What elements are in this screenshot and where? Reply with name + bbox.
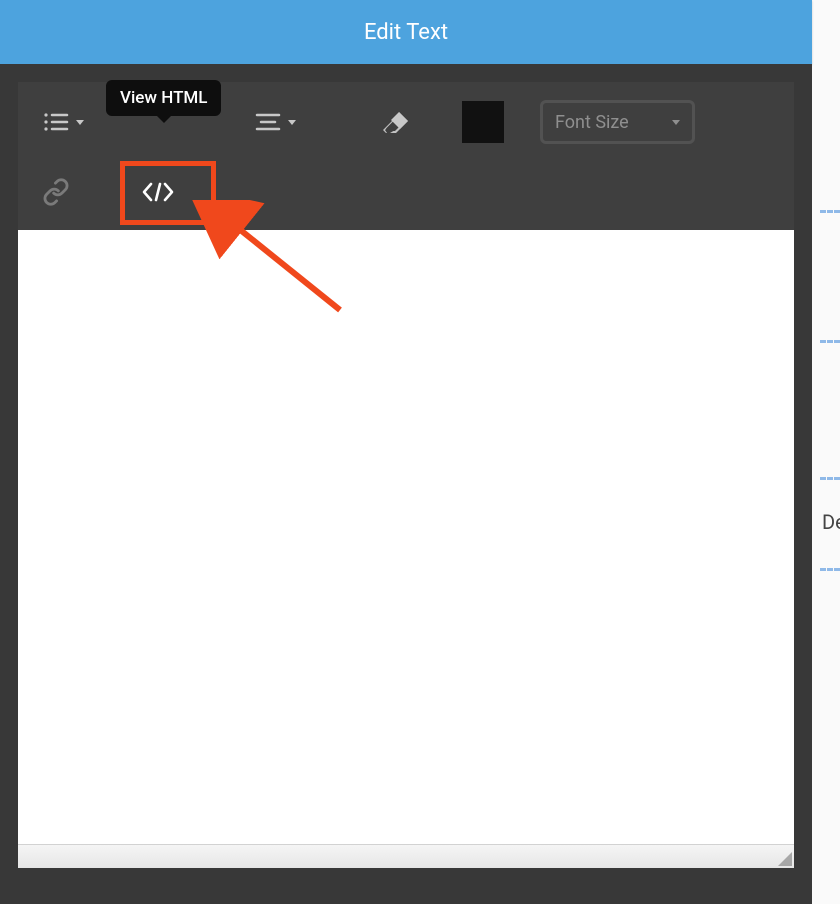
modal-header: Edit Text (0, 0, 812, 64)
eraser-icon (382, 110, 410, 134)
list-icon (43, 111, 69, 133)
insert-link-button[interactable] (28, 164, 84, 220)
text-color-swatch[interactable] (462, 101, 504, 143)
bg-dashed-line (820, 210, 840, 213)
resize-handle[interactable] (778, 852, 792, 866)
view-html-tooltip: View HTML (106, 80, 221, 116)
chevron-down-icon (76, 120, 84, 125)
bg-peek-text: De (822, 510, 840, 534)
code-icon (141, 180, 175, 204)
toolbar-row-2 (28, 160, 784, 224)
bg-dashed-line (820, 477, 840, 480)
font-size-label: Font Size (555, 112, 629, 133)
bg-dashed-line (820, 340, 840, 343)
chevron-down-icon (288, 120, 296, 125)
modal-title: Edit Text (364, 20, 448, 45)
editor-content-area[interactable] (18, 230, 794, 844)
chevron-down-icon (672, 120, 680, 125)
font-size-select[interactable]: Font Size (540, 100, 695, 144)
tooltip-text: View HTML (120, 88, 207, 108)
erase-button[interactable] (368, 94, 424, 150)
align-center-icon (255, 111, 281, 133)
bg-dashed-line (820, 568, 840, 571)
editor-status-bar (18, 844, 794, 868)
modal-body: View HTML (0, 64, 812, 904)
view-html-button[interactable] (120, 163, 196, 221)
link-icon (42, 178, 70, 206)
